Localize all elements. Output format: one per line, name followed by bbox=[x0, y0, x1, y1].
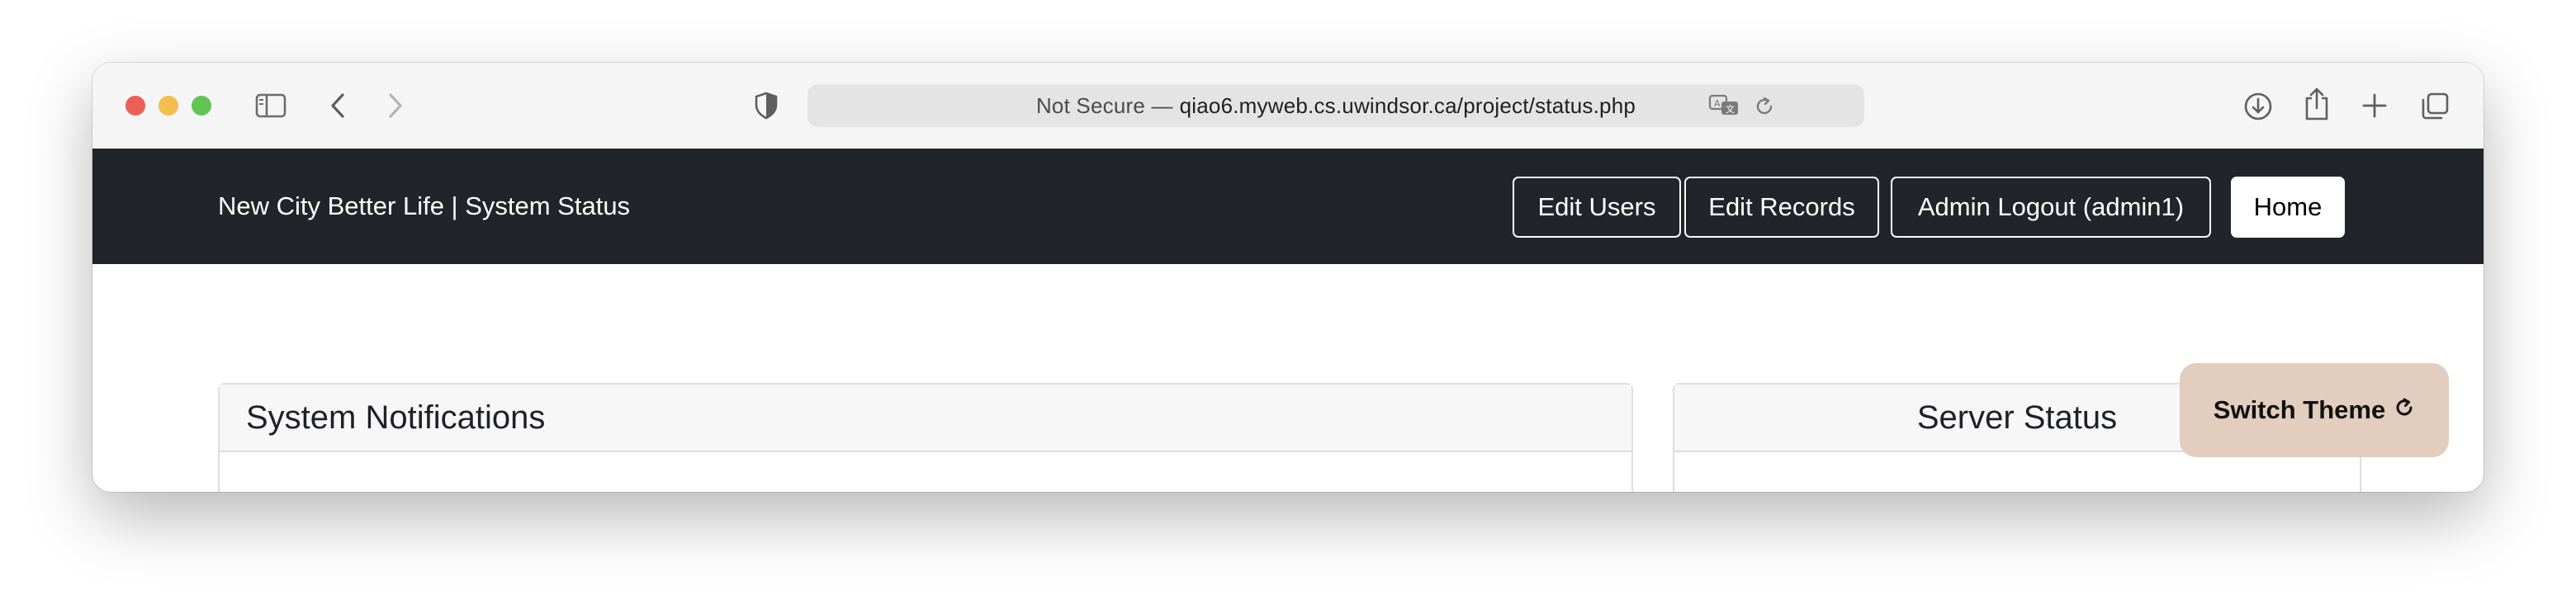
minimize-window-button[interactable] bbox=[159, 96, 178, 116]
not-secure-label: Not Secure — bbox=[1035, 92, 1173, 118]
brand-title[interactable]: New City Better Life | System Status bbox=[218, 149, 630, 264]
forward-icon[interactable] bbox=[383, 91, 408, 120]
zoom-window-button[interactable] bbox=[192, 96, 211, 116]
address-bar[interactable]: Not Secure — qiao6.myweb.cs.uwindsor.ca/… bbox=[807, 84, 1864, 127]
switch-theme-label: Switch Theme bbox=[2213, 395, 2386, 424]
reload-icon[interactable] bbox=[1752, 94, 1777, 119]
close-window-button[interactable] bbox=[125, 96, 145, 116]
tab-overview-icon[interactable] bbox=[2419, 91, 2451, 122]
admin-logout-button[interactable]: Admin Logout (admin1) bbox=[1891, 177, 2211, 238]
system-notifications-title: System Notifications bbox=[220, 385, 1631, 452]
url-host: qiao6.myweb.cs.uwindsor.ca/project/statu… bbox=[1179, 92, 1636, 118]
svg-text:文: 文 bbox=[1726, 103, 1735, 115]
svg-text:A: A bbox=[1714, 98, 1721, 109]
sidebar-icon[interactable] bbox=[254, 92, 287, 119]
shield-icon[interactable] bbox=[753, 91, 779, 120]
site-navbar: New City Better Life | System Status Edi… bbox=[92, 149, 2484, 264]
download-icon[interactable] bbox=[2242, 91, 2274, 122]
switch-theme-button[interactable]: Switch Theme bbox=[2180, 363, 2449, 457]
system-notifications-card: System Notifications bbox=[218, 383, 1633, 492]
refresh-icon bbox=[2385, 395, 2415, 425]
share-icon[interactable] bbox=[2302, 86, 2332, 122]
browser-toolbar: Not Secure — qiao6.myweb.cs.uwindsor.ca/… bbox=[92, 63, 2484, 149]
home-button[interactable]: Home bbox=[2231, 177, 2345, 238]
back-icon[interactable] bbox=[325, 91, 350, 120]
browser-window: Not Secure — qiao6.myweb.cs.uwindsor.ca/… bbox=[92, 63, 2484, 492]
edit-users-button[interactable]: Edit Users bbox=[1513, 177, 1681, 238]
address-text: Not Secure — qiao6.myweb.cs.uwindsor.ca/… bbox=[807, 84, 1864, 127]
edit-records-button[interactable]: Edit Records bbox=[1684, 177, 1879, 238]
new-tab-icon[interactable] bbox=[2360, 91, 2389, 120]
translate-icon[interactable]: A文 bbox=[1707, 92, 1740, 119]
